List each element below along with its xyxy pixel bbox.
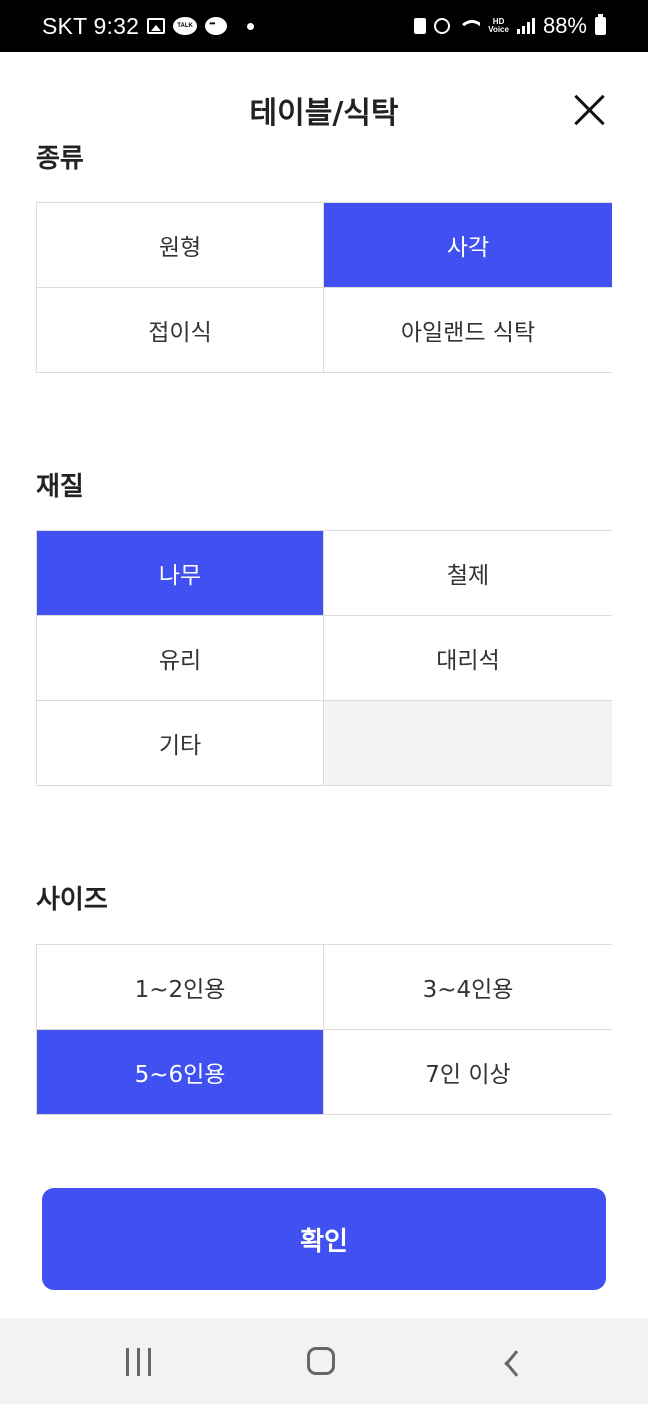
page-title: 테이블/식탁 xyxy=(249,96,399,131)
back-icon[interactable] xyxy=(492,1348,520,1378)
close-icon[interactable] xyxy=(572,92,608,128)
status-bar-right: HD Voice 88% xyxy=(414,0,606,52)
section-title-material: 재질 xyxy=(36,472,84,502)
option-size-3-4[interactable]: 3~4인용 xyxy=(324,945,612,1029)
wifi-icon xyxy=(458,18,481,34)
option-type-square[interactable]: 사각 xyxy=(324,203,612,287)
option-material-steel[interactable]: 철제 xyxy=(324,531,612,615)
alarm-icon xyxy=(434,18,451,34)
battery-saver-icon xyxy=(414,18,427,34)
more-notifications-icon xyxy=(247,22,255,30)
option-material-glass[interactable]: 유리 xyxy=(37,616,323,700)
option-material-other[interactable]: 기타 xyxy=(37,701,323,785)
material-options-grid: 나무 철제 유리 대리석 기타 xyxy=(36,530,612,786)
gallery-notification-icon xyxy=(147,18,166,34)
recents-icon[interactable] xyxy=(126,1348,154,1376)
empty-grid-cell xyxy=(324,701,612,785)
option-size-1-2[interactable]: 1~2인용 xyxy=(37,945,323,1029)
carrier-time: SKT 9:32 xyxy=(42,12,140,39)
system-nav-bar xyxy=(0,1318,648,1404)
header: 테이블/식탁 xyxy=(0,52,648,138)
hd-voice-icon: HD Voice xyxy=(488,17,509,34)
confirm-button[interactable]: 확인 xyxy=(42,1188,606,1290)
kakaotalk-notification-icon: TALK xyxy=(173,17,198,35)
option-size-7-plus[interactable]: 7인 이상 xyxy=(324,1030,612,1114)
battery-percent: 88% xyxy=(542,13,587,38)
option-material-marble[interactable]: 대리석 xyxy=(324,616,612,700)
size-options-grid: 1~2인용 3~4인용 5~6인용 7인 이상 xyxy=(36,944,612,1115)
option-size-5-6[interactable]: 5~6인용 xyxy=(37,1030,323,1114)
option-type-round[interactable]: 원형 xyxy=(37,203,323,287)
status-bar-left: SKT 9:32 TALK xyxy=(42,0,255,52)
status-bar: SKT 9:32 TALK HD Voice 88% xyxy=(0,0,648,52)
option-material-wood[interactable]: 나무 xyxy=(37,531,323,615)
battery-icon xyxy=(595,14,606,35)
option-type-folding[interactable]: 접이식 xyxy=(37,288,323,372)
home-icon[interactable] xyxy=(307,1347,335,1375)
option-type-island[interactable]: 아일랜드 식탁 xyxy=(324,288,612,372)
message-notification-icon xyxy=(205,17,228,35)
section-title-type: 종류 xyxy=(36,144,84,174)
signal-icon xyxy=(516,18,535,34)
section-title-size: 사이즈 xyxy=(36,885,108,915)
type-options-grid: 원형 사각 접이식 아일랜드 식탁 xyxy=(36,202,612,373)
